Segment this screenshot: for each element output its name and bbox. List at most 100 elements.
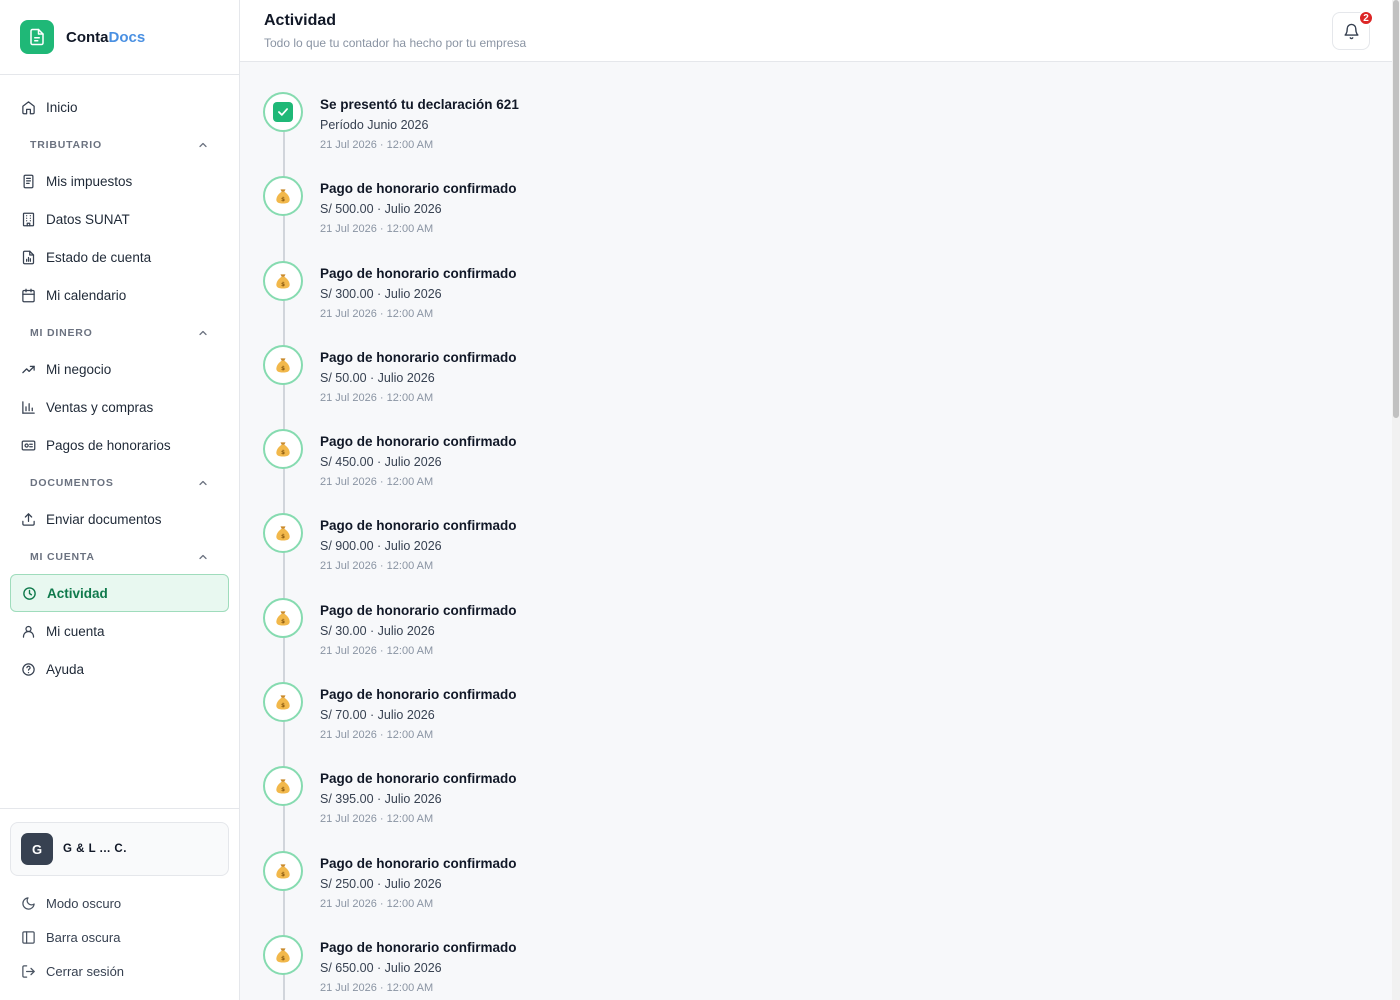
timeline-item: $ Pago de honorario confirmado S/ 250.00 ·… (262, 850, 962, 935)
payment-card-icon (20, 437, 36, 453)
logout-button[interactable]: Cerrar sesión (10, 954, 229, 988)
sidebar-item-label: Actividad (47, 585, 108, 601)
sidebar-item-mi-calendario[interactable]: Mi calendario (10, 276, 229, 314)
sidebar-item-actividad[interactable]: Actividad (10, 574, 229, 612)
sidebar-item-label: Mi cuenta (46, 623, 105, 639)
svg-text:$: $ (281, 956, 285, 962)
svg-text:$: $ (281, 534, 285, 540)
timeline-item: $ Pago de honorario confirmado S/ 50.00 · … (262, 344, 962, 429)
timeline-title: Pago de honorario confirmado (320, 602, 517, 618)
sidebar-item-mis-impuestos[interactable]: Mis impuestos (10, 162, 229, 200)
sidebar: ContaDocs Inicio TRIBUTARIO Mis impuesto… (0, 0, 240, 1000)
timeline-marker: $ (263, 344, 303, 385)
timeline-item: $ Pago de honorario confirmado S/ 70.00 · … (262, 682, 962, 766)
moon-icon (20, 895, 36, 911)
timeline-title: Pago de honorario confirmado (320, 771, 517, 787)
sidebar-item-label: Ayuda (46, 661, 85, 677)
timeline-title: Pago de honorario confirmado (320, 518, 517, 534)
timeline-detail: S/ 395.00 · Julio 2026 (320, 792, 442, 807)
money-bag-icon: $ (273, 523, 293, 543)
sidebar-item-label: Estado de cuenta (46, 249, 152, 265)
dark-mode-toggle[interactable]: Modo oscuro (10, 886, 229, 920)
timeline-title: Pago de honorario confirmado (320, 181, 517, 197)
notifications-button[interactable]: 2 (1332, 10, 1374, 50)
brand[interactable]: ContaDocs (0, 0, 239, 75)
money-bag-icon: $ (273, 355, 293, 375)
timeline-timestamp: 21 Jul 2026 · 12:00 AM (320, 981, 434, 994)
bell-icon (1343, 23, 1359, 39)
svg-text:$: $ (281, 197, 285, 203)
dark-mode-label: Modo oscuro (46, 895, 122, 911)
timeline-timestamp: 21 Jul 2026 · 12:00 AM (320, 813, 434, 826)
timeline-item: $ Pago de honorario confirmado S/ 500.00 ·… (262, 176, 962, 260)
timeline-title: Pago de honorario confirmado (320, 349, 517, 365)
sidebar-item-label: Pagos de honorarios (46, 437, 171, 453)
chevron-up-icon (199, 142, 207, 148)
sidebar-item-estado-de-cuenta[interactable]: Estado de cuenta (10, 238, 229, 276)
page-header: Actividad Todo lo que tu contador ha hec… (240, 0, 1392, 62)
money-bag-icon: $ (273, 608, 293, 628)
sidebar-item-label: Datos SUNAT (46, 211, 130, 227)
timeline-title: Se presentó tu declaración 621 (320, 97, 519, 112)
timeline-marker: $ (263, 260, 303, 301)
timeline-title: Pago de honorario confirmado (320, 855, 517, 871)
svg-text:$: $ (281, 872, 285, 878)
timeline-item: $ Pago de honorario confirmado S/ 395.00 ·… (262, 766, 962, 850)
svg-text:$: $ (281, 703, 285, 709)
section-label: MI CUENTA (30, 551, 95, 563)
section-tributario[interactable]: TRIBUTARIO (10, 128, 229, 162)
dark-sidebar-toggle[interactable]: Barra oscura (10, 920, 229, 954)
company-name: G & L ... C. (63, 843, 127, 855)
sidebar-item-label: Mis impuestos (46, 173, 133, 189)
section-mi-cuenta[interactable]: MI CUENTA (10, 540, 229, 574)
timeline-marker: $ (263, 429, 303, 470)
timeline-timestamp: 21 Jul 2026 · 12:00 AM (320, 391, 434, 404)
company-card[interactable]: G G & L ... C. (10, 822, 229, 876)
timeline-item: $ Pago de honorario confirmado S/ 650.00 ·… (262, 934, 962, 1000)
timeline-timestamp: 21 Jul 2026 · 12:00 AM (320, 139, 434, 151)
check-icon (273, 102, 293, 122)
sidebar-item-mi-negocio[interactable]: Mi negocio (10, 350, 229, 388)
timeline-item: Se presentó tu declaración 621 Período Ju… (262, 92, 962, 176)
sidebar-item-enviar-documentos[interactable]: Enviar documentos (10, 500, 229, 538)
svg-text:$: $ (281, 366, 285, 372)
timeline-detail: S/ 500.00 · Julio 2026 (320, 202, 442, 217)
timeline-title: Pago de honorario confirmado (320, 687, 517, 703)
logout-icon (20, 963, 36, 979)
sidebar-item-datos-sunat[interactable]: Datos SUNAT (10, 200, 229, 238)
help-circle-icon (20, 661, 36, 677)
svg-text:$: $ (281, 282, 285, 288)
sidebar-item-inicio[interactable]: Inicio (10, 88, 229, 126)
scrollbar-thumb[interactable] (1393, 0, 1399, 418)
timeline-detail: S/ 70.00 · Julio 2026 (320, 708, 435, 723)
timeline-detail: S/ 250.00 · Julio 2026 (320, 876, 442, 891)
activity-timeline: Se presentó tu declaración 621 Período Ju… (262, 92, 962, 1000)
timeline-list: Se presentó tu declaración 621 Período Ju… (262, 92, 962, 1000)
timeline-item: $ Pago de honorario confirmado S/ 450.00 ·… (262, 429, 962, 513)
timeline-detail: S/ 450.00 · Julio 2026 (320, 455, 442, 470)
timeline-detail: S/ 30.00 · Julio 2026 (320, 623, 435, 638)
timeline-detail: S/ 650.00 · Julio 2026 (320, 960, 442, 975)
timeline-detail: S/ 300.00 · Julio 2026 (320, 286, 442, 301)
timeline-timestamp: 21 Jul 2026 · 12:00 AM (320, 560, 434, 573)
timeline-marker: $ (263, 597, 303, 638)
sidebar-item-ventas-y-compras[interactable]: Ventas y compras (10, 388, 229, 426)
home-icon (20, 99, 36, 115)
section-documentos[interactable]: DOCUMENTOS (10, 466, 229, 500)
sidebar-item-mi-cuenta[interactable]: Mi cuenta (10, 612, 229, 650)
sidebar-item-ayuda[interactable]: Ayuda (10, 650, 229, 688)
document-icon (20, 20, 54, 54)
sidebar-item-pagos-de-honorarios[interactable]: Pagos de honorarios (10, 426, 229, 464)
page-title: Actividad (264, 12, 337, 29)
sidebar-item-label: Mi calendario (46, 287, 127, 303)
svg-text:$: $ (281, 450, 285, 456)
page-scrollbar[interactable] (1392, 0, 1400, 1000)
trending-up-icon (20, 361, 36, 377)
brand-name-part1: Conta (66, 28, 109, 46)
sidebar-item-label: Ventas y compras (46, 399, 154, 415)
money-bag-icon: $ (273, 776, 293, 796)
svg-text:$: $ (281, 787, 285, 793)
page-subtitle: Todo lo que tu contador ha hecho por tu … (264, 36, 527, 50)
money-bag-icon: $ (273, 692, 293, 712)
section-mi-dinero[interactable]: MI DINERO (10, 316, 229, 350)
